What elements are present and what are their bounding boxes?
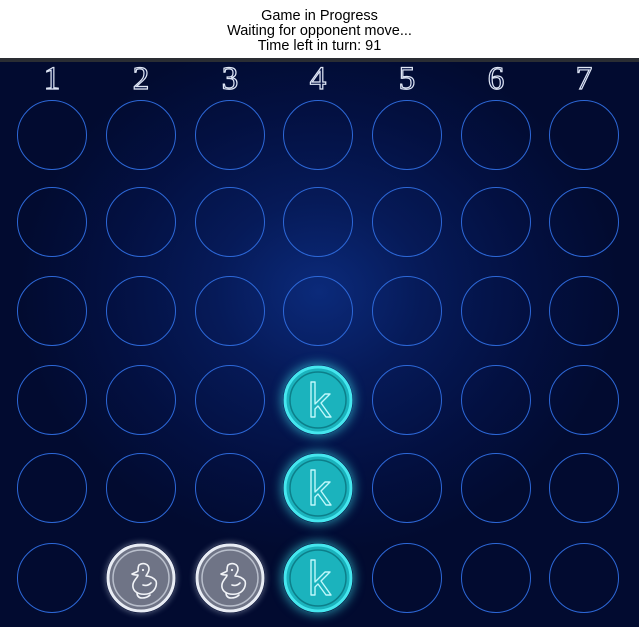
k-letter-icon <box>283 543 353 613</box>
board-slot-r2-c4[interactable] <box>283 187 353 257</box>
board-slot-r5-c2[interactable] <box>106 453 176 523</box>
board-slot-r1-c1[interactable] <box>17 100 87 170</box>
board-slot-r2-c7[interactable] <box>549 187 619 257</box>
status-message: Waiting for opponent move... <box>227 23 412 39</box>
board-slot-r1-c5[interactable] <box>372 100 442 170</box>
board-slot-r3-c6[interactable] <box>461 276 531 346</box>
board-slot-r5-c1[interactable] <box>17 453 87 523</box>
board-slot-r2-c5[interactable] <box>372 187 442 257</box>
column-label-4[interactable]: 4 <box>288 62 348 98</box>
column-label-5[interactable]: 5 <box>377 62 437 98</box>
board-slot-r4-c3[interactable] <box>195 365 265 435</box>
board-slot-r4-c7[interactable] <box>549 365 619 435</box>
board-slot-r1-c4[interactable] <box>283 100 353 170</box>
column-label-6[interactable]: 6 <box>466 62 526 98</box>
board-slot-r5-c7[interactable] <box>549 453 619 523</box>
board-slot-r3-c7[interactable] <box>549 276 619 346</box>
duck-icon <box>106 543 176 613</box>
column-label-1[interactable]: 1 <box>22 62 82 98</box>
board-slot-r2-c6[interactable] <box>461 187 531 257</box>
board-slot-r1-c7[interactable] <box>549 100 619 170</box>
board-slot-r6-c1[interactable] <box>17 543 87 613</box>
board-slot-r1-c3[interactable] <box>195 100 265 170</box>
board-slot-r4-c1[interactable] <box>17 365 87 435</box>
duck-icon <box>195 543 265 613</box>
board-slot-r4-c6[interactable] <box>461 365 531 435</box>
board-slot-r2-c3[interactable] <box>195 187 265 257</box>
board-slot-r3-c2[interactable] <box>106 276 176 346</box>
board-slot-r2-c2[interactable] <box>106 187 176 257</box>
board-slot-r6-c7[interactable] <box>549 543 619 613</box>
board-slot-r6-c6[interactable] <box>461 543 531 613</box>
column-label-3[interactable]: 3 <box>200 62 260 98</box>
board-slot-r5-c3[interactable] <box>195 453 265 523</box>
board-slot-r5-c6[interactable] <box>461 453 531 523</box>
board-slot-r3-c1[interactable] <box>17 276 87 346</box>
board-slot-r3-c4[interactable] <box>283 276 353 346</box>
board-slot-r1-c2[interactable] <box>106 100 176 170</box>
status-title: Game in Progress <box>261 8 378 24</box>
board-slot-r3-c5[interactable] <box>372 276 442 346</box>
turn-timer: Time left in turn: 91 <box>257 38 382 54</box>
game-status-panel: Game in Progress Waiting for opponent mo… <box>0 0 639 58</box>
k-letter-icon <box>283 365 353 435</box>
game-board[interactable]: 1234567 <box>0 62 639 627</box>
column-label-2[interactable]: 2 <box>111 62 171 98</box>
board-slot-r2-c1[interactable] <box>17 187 87 257</box>
board-slot-r6-c5[interactable] <box>372 543 442 613</box>
board-slot-r4-c5[interactable] <box>372 365 442 435</box>
k-letter-icon <box>283 453 353 523</box>
board-slot-r3-c3[interactable] <box>195 276 265 346</box>
board-slot-r4-c2[interactable] <box>106 365 176 435</box>
board-slot-r1-c6[interactable] <box>461 100 531 170</box>
board-slot-r5-c5[interactable] <box>372 453 442 523</box>
column-label-7[interactable]: 7 <box>554 62 614 98</box>
